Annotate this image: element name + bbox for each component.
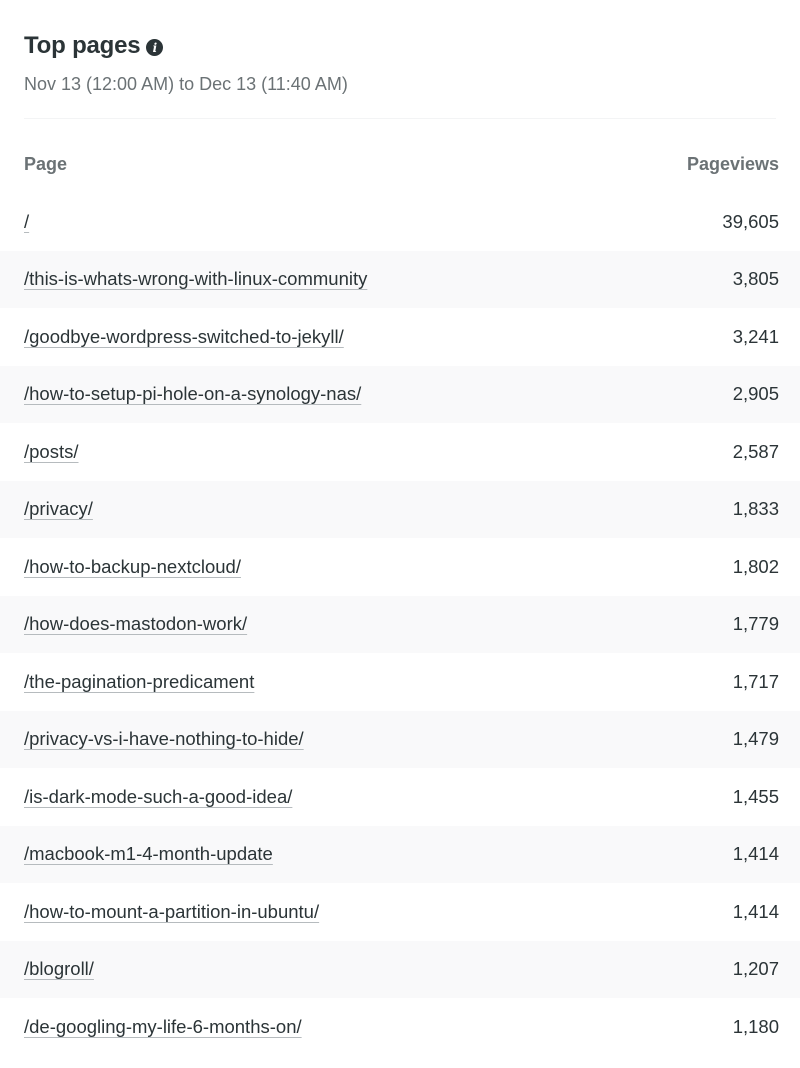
page-link[interactable]: /how-to-mount-a-partition-in-ubuntu/ xyxy=(24,901,319,923)
page-link[interactable]: / xyxy=(24,211,29,233)
page-link[interactable]: /this-is-whats-wrong-with-linux-communit… xyxy=(24,268,367,290)
pageviews-value: 39,605 xyxy=(722,210,779,232)
table-row: /macbook-m1-4-month-update 1,414 xyxy=(0,825,800,883)
table-header: Page Pageviews xyxy=(0,136,800,193)
pageviews-value: 3,805 xyxy=(732,268,779,290)
table-row: /the-pagination-predicament 1,717 xyxy=(0,653,800,711)
table-row: /privacy-vs-i-have-nothing-to-hide/1,479 xyxy=(0,710,800,768)
card-header: Top pages i Nov 13 (12:00 AM) to Dec 13 … xyxy=(0,0,800,118)
pageviews-value: 1,414 xyxy=(732,843,779,865)
page-link[interactable]: /blogroll/ xyxy=(24,958,94,980)
pageviews-value: 1,479 xyxy=(732,728,779,750)
page-link[interactable]: /posts/ xyxy=(24,441,79,463)
pageviews-value: 1,717 xyxy=(732,670,779,692)
table-row: /goodbye-wordpress-switched-to-jekyll/3,… xyxy=(0,308,800,366)
pageviews-value: 1,180 xyxy=(732,1015,779,1037)
pageviews-value: 1,833 xyxy=(732,498,779,520)
page-link[interactable]: /how-to-backup-nextcloud/ xyxy=(24,556,241,578)
pageviews-value: 2,587 xyxy=(732,440,779,462)
top-pages-table: Page Pageviews / 39,605/this-is-whats-wro… xyxy=(0,136,800,1056)
page-link[interactable]: /de-googling-my-life-6-months-on/ xyxy=(24,1016,302,1038)
page-link[interactable]: /how-does-mastodon-work/ xyxy=(24,613,247,635)
pageviews-value: 2,905 xyxy=(732,383,779,405)
table-row: /how-to-setup-pi-hole-on-a-synology-nas/… xyxy=(0,365,800,423)
column-header-page: Page xyxy=(24,154,68,174)
card-title: Top pages xyxy=(24,32,141,59)
pageviews-value: 1,802 xyxy=(732,555,779,577)
page-link[interactable]: /goodbye-wordpress-switched-to-jekyll/ xyxy=(24,326,344,348)
page-link[interactable]: /privacy-vs-i-have-nothing-to-hide/ xyxy=(24,728,304,750)
separator xyxy=(24,118,776,119)
page-link[interactable]: /macbook-m1-4-month-update xyxy=(24,843,273,865)
table-row: /de-googling-my-life-6-months-on/1,180 xyxy=(0,998,800,1056)
date-range: Nov 13 (12:00 AM) to Dec 13 (11:40 AM) xyxy=(24,74,348,94)
page-link[interactable]: /is-dark-mode-such-a-good-idea/ xyxy=(24,786,292,808)
table-row: /how-to-backup-nextcloud/1,802 xyxy=(0,538,800,596)
top-pages-card: Top pages i Nov 13 (12:00 AM) to Dec 13 … xyxy=(0,0,800,1056)
table-row: /blogroll/1,207 xyxy=(0,940,800,998)
table-row: /posts/2,587 xyxy=(0,423,800,481)
pageviews-value: 1,414 xyxy=(732,900,779,922)
info-icon[interactable]: i xyxy=(146,39,164,56)
page-link[interactable]: /privacy/ xyxy=(24,498,93,520)
table-row: /how-to-mount-a-partition-in-ubuntu/1,41… xyxy=(0,883,800,941)
pageviews-value: 1,779 xyxy=(732,613,779,635)
table-body: / 39,605/this-is-whats-wrong-with-linux-c… xyxy=(0,193,800,1056)
page-link[interactable]: /how-to-setup-pi-hole-on-a-synology-nas/ xyxy=(24,383,361,405)
table-row: /this-is-whats-wrong-with-linux-communit… xyxy=(0,250,800,308)
title-row: Top pages i xyxy=(24,30,776,62)
table-row: /how-does-mastodon-work/1,779 xyxy=(0,595,800,653)
table-row: /is-dark-mode-such-a-good-idea/1,455 xyxy=(0,768,800,826)
pageviews-value: 3,241 xyxy=(732,325,779,347)
table-row: /privacy/1,833 xyxy=(0,480,800,538)
column-header-pageviews: Pageviews xyxy=(686,154,779,174)
pageviews-value: 1,455 xyxy=(732,785,779,807)
page-link[interactable]: /the-pagination-predicament xyxy=(24,671,254,693)
pageviews-value: 1,207 xyxy=(732,958,779,980)
table-row: / 39,605 xyxy=(0,193,800,251)
